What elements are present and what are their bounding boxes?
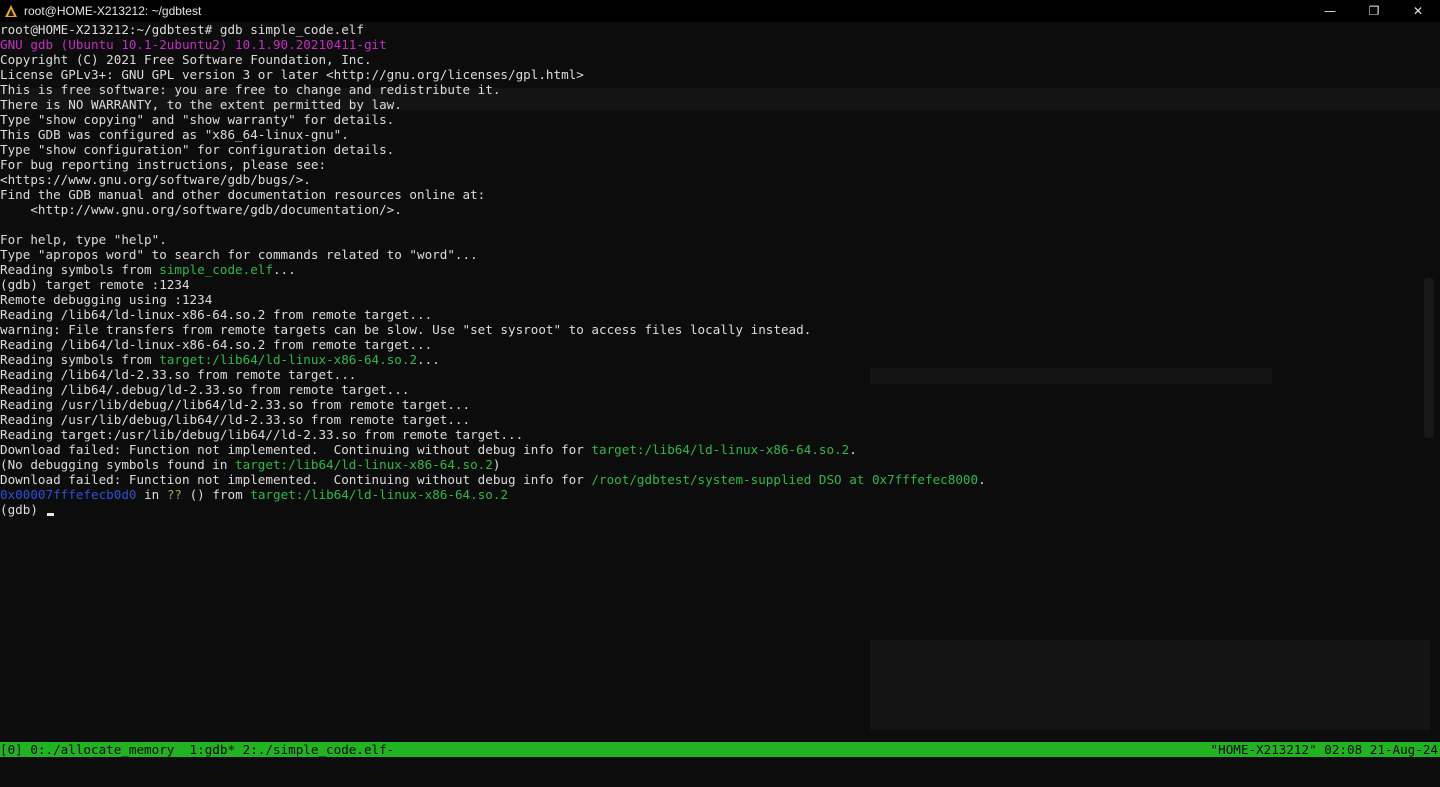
tmux-window-list[interactable]: [0] 0:./allocate_memory 1:gdb* 2:./simpl…: [0, 742, 394, 757]
terminal-text-segment: () from: [182, 487, 251, 502]
terminal-text-segment: target:/lib64/ld-linux-x86-64.so.2: [235, 457, 493, 472]
terminal-text-segment: target:/lib64/ld-linux-x86-64.so.2: [159, 352, 418, 367]
terminal-text-segment: in: [136, 487, 167, 502]
terminal-line: Reading /usr/lib/debug//lib64/ld-2.33.so…: [0, 397, 1440, 412]
text-cursor: [46, 513, 54, 516]
terminal-text-segment: Reading symbols from: [0, 352, 160, 367]
terminal-line: Reading /lib64/ld-linux-x86-64.so.2 from…: [0, 337, 1440, 352]
tmux-status-bar: [0] 0:./allocate_memory 1:gdb* 2:./simpl…: [0, 742, 1440, 757]
terminal-text-segment: This GDB was configured as "x86_64-linux…: [0, 127, 349, 142]
terminal-line: Reading /lib64/ld-2.33.so from remote ta…: [0, 367, 1440, 382]
window-title: root@HOME-X213212: ~/gdbtest: [24, 4, 202, 18]
terminal-text-segment: <https://www.gnu.org/software/gdb/bugs/>…: [0, 172, 311, 187]
terminal-line: Reading symbols from simple_code.elf...: [0, 262, 1440, 277]
terminal-text-segment: Reading /lib64/ld-linux-x86-64.so.2 from…: [0, 337, 433, 352]
terminal-text-segment: Reading /usr/lib/debug/lib64//ld-2.33.so…: [0, 412, 471, 427]
terminal-text-segment: (No debugging symbols found in: [0, 457, 236, 472]
terminal-text-segment: For bug reporting instructions, please s…: [0, 157, 327, 172]
minimize-button[interactable]: —: [1308, 0, 1352, 22]
terminal-text-segment: /root/gdbtest/system-supplied DSO at 0x7…: [591, 472, 979, 487]
terminal-text-segment: target:/lib64/ld-linux-x86-64.so.2: [591, 442, 850, 457]
terminal-text-segment: There is NO WARRANTY, to the extent perm…: [0, 97, 402, 112]
terminal-text-segment: Reading /lib64/ld-2.33.so from remote ta…: [0, 367, 357, 382]
terminal-line: Reading /usr/lib/debug/lib64//ld-2.33.so…: [0, 412, 1440, 427]
terminal-text-segment: .: [849, 442, 857, 457]
terminal-text-segment: 0x00007fffefecb0d0: [0, 487, 137, 502]
terminal-line: warning: File transfers from remote targ…: [0, 322, 1440, 337]
terminal-line: Reading symbols from target:/lib64/ld-li…: [0, 352, 1440, 367]
terminal-text-segment: License GPLv3+: GNU GPL version 3 or lat…: [0, 67, 584, 82]
terminal-text-segment: Reading /lib64/.debug/ld-2.33.so from re…: [0, 382, 410, 397]
terminal-line: Find the GDB manual and other documentat…: [0, 187, 1440, 202]
terminal-line: 0x00007fffefecb0d0 in ?? () from target:…: [0, 487, 1440, 502]
terminal-text-segment: Type "apropos word" to search for comman…: [0, 247, 478, 262]
terminal-line: Copyright (C) 2021 Free Software Foundat…: [0, 52, 1440, 67]
terminal-text-segment: Reading symbols from: [0, 262, 160, 277]
terminal-text-segment: root@HOME-X213212:~/gdbtest# gdb simple_…: [0, 22, 364, 37]
terminal-text-segment: target:/lib64/ld-linux-x86-64.so.2: [250, 487, 509, 502]
terminal-line: Remote debugging using :1234: [0, 292, 1440, 307]
terminal-text-segment: (gdb) target remote :1234: [0, 277, 190, 292]
terminal-line: This GDB was configured as "x86_64-linux…: [0, 127, 1440, 142]
terminal-line: Reading target:/usr/lib/debug/lib64//ld-…: [0, 427, 1440, 442]
window-bottom-edge: [0, 757, 1440, 765]
terminal-output[interactable]: root@HOME-X213212:~/gdbtest# gdb simple_…: [0, 22, 1440, 742]
terminal-text-segment: Reading /lib64/ld-linux-x86-64.so.2 from…: [0, 307, 433, 322]
terminal-text-segment: Reading target:/usr/lib/debug/lib64//ld-…: [0, 427, 524, 442]
terminal-line: For bug reporting instructions, please s…: [0, 157, 1440, 172]
maximize-button[interactable]: ❐: [1352, 0, 1396, 22]
terminal-text-segment: GNU gdb (Ubuntu 10.1-2ubuntu2) 10.1.90.2…: [0, 37, 387, 52]
terminal-line: (gdb): [0, 502, 1440, 517]
terminal-text-segment: Download failed: Function not implemente…: [0, 472, 592, 487]
terminal-text-segment: simple_code.elf: [159, 262, 273, 277]
terminal-line: (gdb) target remote :1234: [0, 277, 1440, 292]
terminal-text-segment: Reading /usr/lib/debug//lib64/ld-2.33.so…: [0, 397, 471, 412]
terminal-line: For help, type "help".: [0, 232, 1440, 247]
terminal-text-segment: This is free software: you are free to c…: [0, 82, 501, 97]
terminal-line: Download failed: Function not implemente…: [0, 472, 1440, 487]
terminal-text-segment: .: [978, 472, 986, 487]
terminal-line: Type "apropos word" to search for comman…: [0, 247, 1440, 262]
terminal-line: Download failed: Function not implemente…: [0, 442, 1440, 457]
terminal-app-icon: [5, 5, 17, 17]
terminal-text-segment: Type "show configuration" for configurat…: [0, 142, 395, 157]
tmux-status-right: "HOME-X213212" 02:08 21-Aug-24: [1210, 742, 1438, 757]
terminal-text-segment: Remote debugging using :1234: [0, 292, 213, 307]
terminal-line: root@HOME-X213212:~/gdbtest# gdb simple_…: [0, 22, 1440, 37]
terminal-text-segment: <http://www.gnu.org/software/gdb/documen…: [0, 202, 402, 217]
close-button[interactable]: ✕: [1396, 0, 1440, 22]
terminal-text-segment: (gdb): [0, 502, 46, 517]
terminal-line: This is free software: you are free to c…: [0, 82, 1440, 97]
terminal-text-segment: ): [492, 457, 501, 472]
terminal-text-segment: warning: File transfers from remote targ…: [0, 322, 812, 337]
terminal-line: Type "show configuration" for configurat…: [0, 142, 1440, 157]
terminal-line: GNU gdb (Ubuntu 10.1-2ubuntu2) 10.1.90.2…: [0, 37, 1440, 52]
terminal-line: Type "show copying" and "show warranty" …: [0, 112, 1440, 127]
terminal-line: Reading /lib64/.debug/ld-2.33.so from re…: [0, 382, 1440, 397]
terminal-line: License GPLv3+: GNU GPL version 3 or lat…: [0, 67, 1440, 82]
terminal-line: <https://www.gnu.org/software/gdb/bugs/>…: [0, 172, 1440, 187]
terminal-text-segment: ??: [166, 487, 182, 502]
terminal-line: There is NO WARRANTY, to the extent perm…: [0, 97, 1440, 112]
terminal-line: <http://www.gnu.org/software/gdb/documen…: [0, 202, 1440, 217]
terminal-text-segment: ...: [272, 262, 296, 277]
terminal-text-segment: Copyright (C) 2021 Free Software Foundat…: [0, 52, 372, 67]
terminal-text-segment: ...: [417, 352, 440, 367]
terminal-line: Reading /lib64/ld-linux-x86-64.so.2 from…: [0, 307, 1440, 322]
terminal-text-segment: Type "show copying" and "show warranty" …: [0, 112, 395, 127]
terminal-line: (No debugging symbols found in target:/l…: [0, 457, 1440, 472]
terminal-text-segment: Download failed: Function not implemente…: [0, 442, 592, 457]
terminal-text-segment: For help, type "help".: [0, 232, 167, 247]
window-titlebar[interactable]: root@HOME-X213212: ~/gdbtest — ❐ ✕: [0, 0, 1440, 22]
terminal-text-segment: Find the GDB manual and other documentat…: [0, 187, 486, 202]
